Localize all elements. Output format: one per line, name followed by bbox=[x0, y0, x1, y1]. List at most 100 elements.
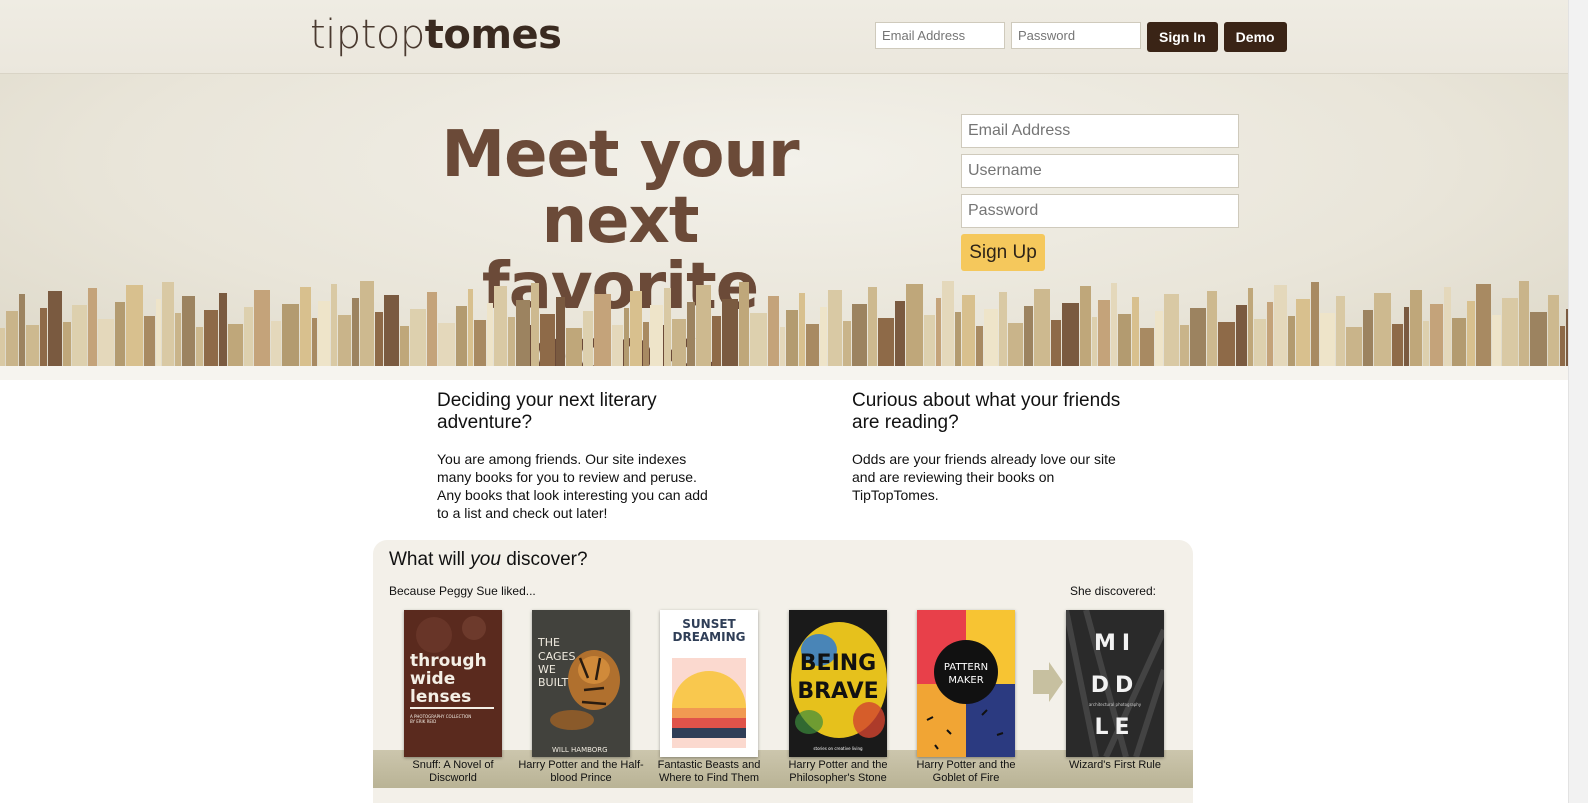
book-card[interactable]: through wide lenses A PHOTOGRAPHY COLLEC… bbox=[389, 610, 517, 785]
book-spine bbox=[244, 307, 253, 366]
book-spine bbox=[144, 316, 155, 366]
book-spine bbox=[984, 309, 998, 366]
book-spine bbox=[1502, 298, 1518, 366]
book-cover[interactable]: MI DD LE architectural photography bbox=[1066, 610, 1164, 757]
book-spine bbox=[6, 311, 18, 366]
sign-in-button[interactable]: Sign In bbox=[1147, 22, 1218, 52]
book-cover[interactable]: BEING BRAVE stories on creative living bbox=[789, 610, 887, 757]
book-spine bbox=[1274, 285, 1287, 366]
signup-password-input[interactable] bbox=[961, 194, 1239, 228]
book-spine bbox=[786, 310, 798, 366]
book-spine bbox=[566, 328, 582, 366]
discover-heading-em: you bbox=[470, 549, 501, 570]
svg-text:stories on creative living: stories on creative living bbox=[813, 746, 863, 751]
book-spine bbox=[1180, 325, 1189, 366]
book-spine bbox=[410, 309, 426, 366]
login-email-input[interactable] bbox=[875, 22, 1005, 49]
book-card[interactable]: MI DD LE architectural photography Wizar… bbox=[1051, 610, 1179, 772]
book-title[interactable]: Harry Potter and the Goblet of Fire bbox=[902, 759, 1030, 785]
book-spine bbox=[1530, 312, 1547, 366]
book-spine bbox=[427, 292, 437, 366]
signup-email-input[interactable] bbox=[961, 114, 1239, 148]
scrollbar-track[interactable] bbox=[1568, 0, 1588, 803]
book-spine bbox=[1218, 322, 1235, 366]
book-spine bbox=[26, 325, 39, 366]
book-spine bbox=[1392, 324, 1403, 366]
book-cover-art: PATTERN MAKER bbox=[917, 610, 1015, 757]
book-spine bbox=[516, 300, 530, 366]
because-label: Because Peggy Sue liked... bbox=[389, 584, 536, 598]
book-spine bbox=[1492, 315, 1501, 366]
signup-username-input[interactable] bbox=[961, 154, 1239, 188]
cover-title-1: through bbox=[410, 651, 487, 671]
book-spine bbox=[1311, 282, 1319, 366]
book-spine bbox=[126, 285, 143, 366]
book-card[interactable]: PATTERN MAKER Harry Potter and the Goble… bbox=[902, 610, 1030, 785]
book-spine bbox=[40, 308, 47, 366]
book-title[interactable]: Harry Potter and the Half-blood Prince bbox=[517, 759, 645, 785]
svg-text:SUNSET: SUNSET bbox=[682, 617, 736, 631]
site-logo[interactable]: tiptoptomes bbox=[310, 12, 562, 58]
svg-text:MI: MI bbox=[1094, 631, 1136, 656]
book-card[interactable]: THE CAGES WE BUILT WILL HAMBORG Harry Po… bbox=[517, 610, 645, 785]
book-spine bbox=[843, 321, 851, 366]
book-cover[interactable]: SUNSET DREAMING bbox=[660, 610, 758, 757]
book-cover[interactable]: through wide lenses A PHOTOGRAPHY COLLEC… bbox=[404, 610, 502, 757]
book-spine bbox=[456, 306, 467, 366]
svg-text:BRAVE: BRAVE bbox=[797, 679, 878, 704]
book-title[interactable]: Fantastic Beasts and Where to Find Them bbox=[645, 759, 773, 785]
book-spine bbox=[906, 284, 923, 366]
book-spine bbox=[1363, 310, 1373, 366]
book-spine bbox=[63, 322, 71, 366]
book-spine bbox=[1404, 307, 1409, 366]
book-spine bbox=[162, 282, 174, 366]
book-spine bbox=[1346, 327, 1362, 366]
book-spine bbox=[1092, 317, 1097, 366]
book-spine bbox=[1336, 296, 1345, 366]
svg-text:MAKER: MAKER bbox=[948, 675, 983, 686]
info-heading-literary: Deciding your next literary adventure? bbox=[437, 390, 657, 433]
book-spine bbox=[630, 291, 642, 366]
book-cover-art: MI DD LE architectural photography bbox=[1066, 610, 1164, 757]
book-spine bbox=[1248, 288, 1253, 366]
book-spine bbox=[1024, 306, 1033, 366]
sign-up-button[interactable]: Sign Up bbox=[961, 234, 1045, 271]
book-card[interactable]: BEING BRAVE stories on creative living H… bbox=[774, 610, 902, 785]
svg-text:BEING: BEING bbox=[800, 651, 876, 676]
book-spine bbox=[19, 294, 25, 366]
info-heading-friends: Curious about what your friends are read… bbox=[852, 390, 1121, 433]
book-spine bbox=[1098, 300, 1110, 366]
book-cover[interactable]: THE CAGES WE BUILT WILL HAMBORG bbox=[532, 610, 630, 757]
book-cover[interactable]: PATTERN MAKER bbox=[917, 610, 1015, 757]
book-title[interactable]: Snuff: A Novel of Discworld bbox=[389, 759, 517, 785]
svg-text:WE: WE bbox=[538, 663, 556, 676]
book-spine bbox=[375, 312, 383, 366]
book-cover-art: SUNSET DREAMING bbox=[660, 610, 758, 757]
book-spine bbox=[384, 295, 399, 366]
login-password-input[interactable] bbox=[1011, 22, 1141, 49]
book-title[interactable]: Wizard's First Rule bbox=[1051, 759, 1179, 772]
discover-heading-pre: What will bbox=[389, 549, 471, 570]
book-spine bbox=[1548, 295, 1559, 366]
demo-button[interactable]: Demo bbox=[1223, 22, 1287, 52]
book-spine bbox=[942, 281, 954, 366]
info-column-friends: Curious about what your friends are read… bbox=[852, 390, 1132, 504]
book-spine bbox=[1164, 294, 1179, 366]
logo-bold-part: tomes bbox=[424, 12, 562, 58]
book-spine bbox=[1118, 314, 1131, 366]
book-spine bbox=[1062, 303, 1079, 366]
book-spine bbox=[115, 302, 125, 366]
book-card[interactable]: SUNSET DREAMING Fantastic Beasts and Whe… bbox=[645, 610, 773, 785]
book-spine bbox=[182, 296, 195, 366]
svg-text:architectural photography: architectural photography bbox=[1089, 702, 1142, 707]
book-spine bbox=[878, 318, 894, 366]
book-spine bbox=[156, 299, 161, 366]
discover-panel: What will you discover? Because Peggy Su… bbox=[373, 540, 1193, 803]
book-spine bbox=[228, 324, 243, 366]
book-title[interactable]: Harry Potter and the Philosopher's Stone bbox=[774, 759, 902, 785]
info-body-friends: Odds are your friends already love our s… bbox=[852, 451, 1116, 503]
book-spine bbox=[1467, 301, 1475, 366]
svg-text:wide: wide bbox=[410, 669, 455, 689]
svg-text:BUILT: BUILT bbox=[538, 676, 568, 689]
svg-text:DD: DD bbox=[1091, 673, 1140, 698]
